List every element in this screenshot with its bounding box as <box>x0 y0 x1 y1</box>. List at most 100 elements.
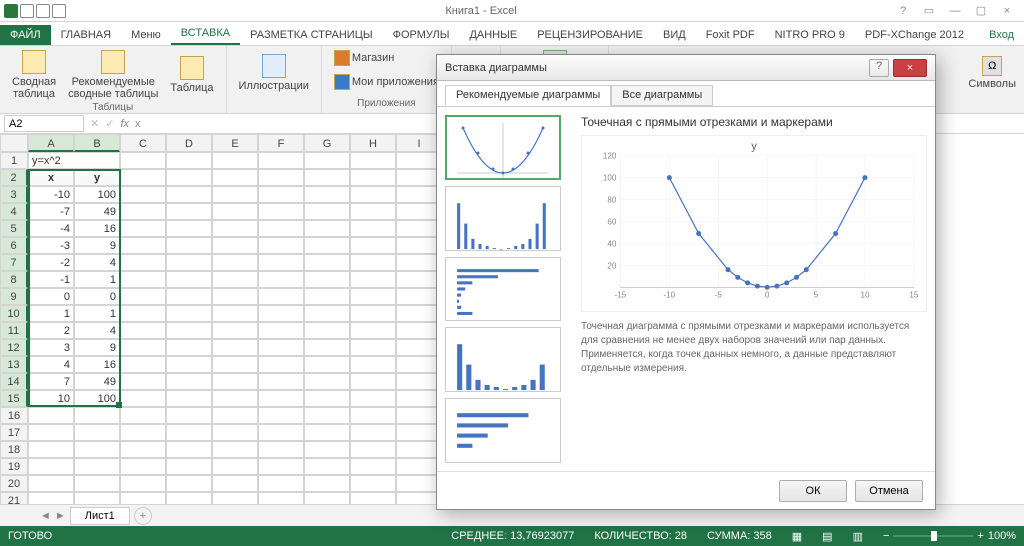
cell[interactable] <box>304 237 350 254</box>
cell[interactable] <box>350 373 396 390</box>
add-sheet-button[interactable]: + <box>134 507 152 525</box>
cell[interactable] <box>258 254 304 271</box>
sheet-nav-prev-icon[interactable]: ◄ <box>40 510 51 522</box>
cell[interactable]: 49 <box>74 373 120 390</box>
pivot-table-button[interactable]: Своднаятаблица <box>8 48 60 102</box>
cell[interactable] <box>350 339 396 356</box>
cell[interactable] <box>212 186 258 203</box>
cell[interactable]: 0 <box>28 288 74 305</box>
cell[interactable]: 100 <box>74 186 120 203</box>
cell[interactable] <box>258 475 304 492</box>
cell[interactable] <box>120 288 166 305</box>
cell[interactable] <box>166 441 212 458</box>
cell[interactable] <box>258 288 304 305</box>
cell[interactable] <box>304 152 350 169</box>
row-header[interactable]: 8 <box>0 271 28 288</box>
my-apps-button[interactable]: Мои приложения <box>330 72 443 92</box>
cell[interactable] <box>304 254 350 271</box>
cell[interactable]: 49 <box>74 203 120 220</box>
view-normal-icon[interactable]: ▦ <box>792 530 802 543</box>
cell[interactable] <box>166 390 212 407</box>
cell[interactable]: -1 <box>28 271 74 288</box>
column-header[interactable]: E <box>212 134 258 152</box>
redo-icon[interactable] <box>52 4 66 18</box>
cell[interactable] <box>258 424 304 441</box>
row-header[interactable]: 12 <box>0 339 28 356</box>
row-header[interactable]: 19 <box>0 458 28 475</box>
dialog-tab-recommended[interactable]: Рекомендуемые диаграммы <box>445 85 611 106</box>
cell[interactable]: 16 <box>74 356 120 373</box>
cell[interactable] <box>212 373 258 390</box>
row-header[interactable]: 9 <box>0 288 28 305</box>
cell[interactable] <box>212 390 258 407</box>
fx-icon[interactable]: fx <box>120 118 129 130</box>
cell[interactable] <box>212 169 258 186</box>
cell[interactable]: -2 <box>28 254 74 271</box>
cell[interactable] <box>258 373 304 390</box>
view-pagebreak-icon[interactable]: ▥ <box>853 530 863 543</box>
cell[interactable] <box>166 424 212 441</box>
cell[interactable]: 4 <box>74 254 120 271</box>
row-header[interactable]: 11 <box>0 322 28 339</box>
cell[interactable] <box>258 220 304 237</box>
cell[interactable]: 10 <box>28 390 74 407</box>
column-header[interactable]: A <box>28 134 74 152</box>
cell[interactable] <box>350 356 396 373</box>
cell[interactable] <box>212 271 258 288</box>
tab-file[interactable]: ФАЙЛ <box>0 25 51 45</box>
cell[interactable] <box>304 271 350 288</box>
cell[interactable]: 4 <box>28 356 74 373</box>
table-button[interactable]: Таблица <box>166 54 217 96</box>
close-icon[interactable]: × <box>996 3 1018 19</box>
cell[interactable]: 1 <box>28 305 74 322</box>
thumb-scatter-line[interactable] <box>445 115 561 180</box>
row-header[interactable]: 14 <box>0 373 28 390</box>
login-link[interactable]: Вход <box>979 25 1024 45</box>
cell[interactable]: 100 <box>74 390 120 407</box>
cell[interactable]: 9 <box>74 339 120 356</box>
cell[interactable]: -4 <box>28 220 74 237</box>
cell[interactable] <box>120 339 166 356</box>
cell[interactable] <box>166 339 212 356</box>
cell[interactable] <box>74 424 120 441</box>
ribbon-collapse-icon[interactable]: ▭ <box>918 3 940 19</box>
cell[interactable] <box>166 407 212 424</box>
tab-pagelayout[interactable]: РАЗМЕТКА СТРАНИЦЫ <box>240 25 382 45</box>
minimize-icon[interactable]: — <box>944 3 966 19</box>
cell[interactable] <box>120 441 166 458</box>
cell[interactable] <box>212 458 258 475</box>
cell[interactable] <box>212 424 258 441</box>
column-header[interactable]: G <box>304 134 350 152</box>
cell[interactable] <box>166 237 212 254</box>
maximize-icon[interactable]: ▢ <box>970 3 992 19</box>
row-header[interactable]: 20 <box>0 475 28 492</box>
cell[interactable] <box>74 441 120 458</box>
cell[interactable] <box>28 441 74 458</box>
cell[interactable] <box>304 339 350 356</box>
cell[interactable] <box>304 458 350 475</box>
cell[interactable] <box>258 186 304 203</box>
cell[interactable] <box>28 407 74 424</box>
cell[interactable] <box>304 475 350 492</box>
cell[interactable] <box>166 356 212 373</box>
cell[interactable] <box>166 152 212 169</box>
cell[interactable] <box>28 458 74 475</box>
cell[interactable] <box>120 475 166 492</box>
undo-icon[interactable] <box>36 4 50 18</box>
cell[interactable] <box>350 424 396 441</box>
column-header[interactable]: F <box>258 134 304 152</box>
cell[interactable]: y=x^2 <box>28 152 120 169</box>
cell[interactable] <box>120 254 166 271</box>
cell[interactable] <box>120 271 166 288</box>
thumb-column-1[interactable] <box>445 186 561 251</box>
cell[interactable] <box>304 356 350 373</box>
cell[interactable] <box>120 203 166 220</box>
cell[interactable]: 9 <box>74 237 120 254</box>
zoom-control[interactable]: −+ 100% <box>883 530 1016 542</box>
cell[interactable] <box>258 458 304 475</box>
cell[interactable] <box>166 186 212 203</box>
cell[interactable] <box>212 288 258 305</box>
cell[interactable] <box>258 305 304 322</box>
cell[interactable] <box>304 186 350 203</box>
cell[interactable] <box>350 271 396 288</box>
